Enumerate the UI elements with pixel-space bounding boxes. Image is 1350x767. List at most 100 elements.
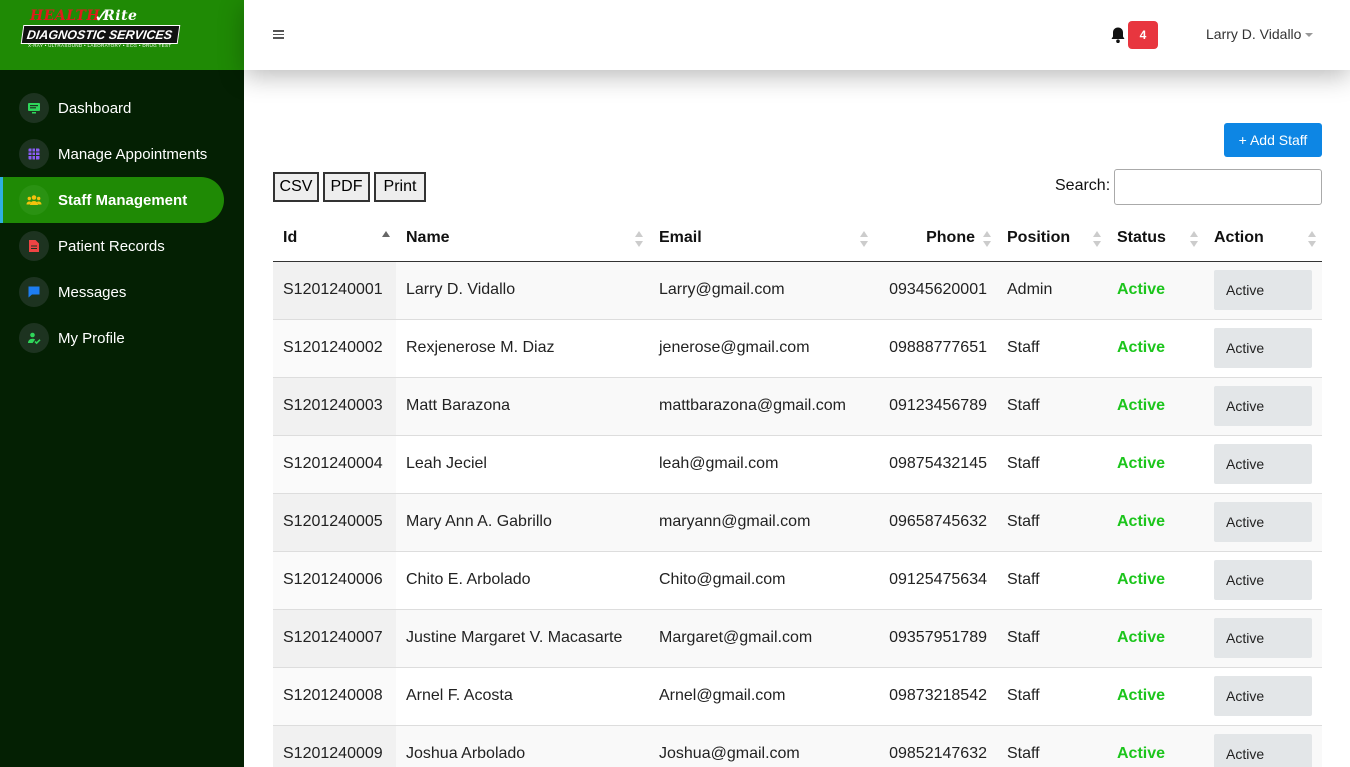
cell-phone: 09125475634 (874, 550, 997, 609)
monitor-icon (19, 93, 49, 123)
cell-position: Staff (997, 318, 1107, 377)
cell-action: Active (1204, 608, 1322, 667)
sidebar-item-label: Dashboard (58, 99, 132, 117)
cell-action: Active (1204, 724, 1322, 767)
sidebar-item-manage-appointments[interactable]: Manage Appointments (0, 131, 244, 177)
column-header-phone[interactable]: Phone (874, 216, 997, 262)
cell-phone: 09345620001 (874, 260, 997, 319)
cell-email: mattbarazona@gmail.com (649, 376, 874, 435)
user-name: Larry D. Vidallo (1206, 26, 1302, 42)
cell-email: jenerose@gmail.com (649, 318, 874, 377)
print-button[interactable]: Print (374, 172, 426, 202)
column-header-position[interactable]: Position (997, 216, 1107, 262)
cell-position: Staff (997, 724, 1107, 767)
cell-id: S1201240006 (273, 550, 396, 609)
cell-email: Larry@gmail.com (649, 260, 874, 319)
sidebar-item-dashboard[interactable]: Dashboard (0, 85, 244, 131)
topbar: 4 Larry D. Vidallo (244, 0, 1350, 70)
cell-name: Arnel F. Acosta (396, 666, 649, 725)
cell-email: Arnel@gmail.com (649, 666, 874, 725)
cell-id: S1201240003 (273, 376, 396, 435)
menu-toggle-icon[interactable] (273, 30, 284, 39)
sort-icon (860, 231, 868, 247)
status-action-button[interactable]: Active (1214, 502, 1312, 542)
cell-email: Margaret@gmail.com (649, 608, 874, 667)
notification-badge[interactable]: 4 (1128, 21, 1158, 49)
user-check-icon (19, 323, 49, 353)
cell-position: Staff (997, 376, 1107, 435)
status-action-button[interactable]: Active (1214, 734, 1312, 767)
sidebar: HEALTH Rite ✓ DIAGNOSTIC SERVICES X-RAY •… (0, 0, 244, 767)
sidebar-item-messages[interactable]: Messages (0, 269, 244, 315)
column-header-action[interactable]: Action (1204, 216, 1322, 262)
cell-name: Leah Jeciel (396, 434, 649, 493)
cell-status: Active (1107, 492, 1204, 551)
table-row: S1201240003 Matt Barazona mattbarazona@gma… (273, 376, 1322, 435)
sidebar-item-label: Staff Management (58, 191, 188, 209)
cell-id: S1201240007 (273, 608, 396, 667)
cell-name: Matt Barazona (396, 376, 649, 435)
search-input[interactable] (1114, 169, 1322, 205)
status-action-button[interactable]: Active (1214, 386, 1312, 426)
cell-action: Active (1204, 666, 1322, 725)
cell-action: Active (1204, 492, 1322, 551)
export-pdf-button[interactable]: PDF (323, 172, 370, 202)
export-csv-button[interactable]: CSV (273, 172, 319, 202)
cell-status: Active (1107, 550, 1204, 609)
cell-action: Active (1204, 318, 1322, 377)
table-row: S1201240007 Justine Margaret V. Macasarte… (273, 608, 1322, 667)
column-header-status[interactable]: Status (1107, 216, 1204, 262)
status-action-button[interactable]: Active (1214, 444, 1312, 484)
sort-icon (1308, 231, 1316, 247)
table-row: S1201240004 Leah Jeciel leah@gmail.com 0987… (273, 434, 1322, 493)
cell-phone: 09873218542 (874, 666, 997, 725)
cell-name: Justine Margaret V. Macasarte (396, 608, 649, 667)
cell-action: Active (1204, 550, 1322, 609)
brand-header: HEALTH Rite ✓ DIAGNOSTIC SERVICES X-RAY •… (0, 0, 244, 70)
sort-icon (1093, 231, 1101, 247)
column-header-email[interactable]: Email (649, 216, 874, 262)
column-header-name[interactable]: Name (396, 216, 649, 262)
table-row: S1201240001 Larry D. Vidallo Larry@gmail.c… (273, 260, 1322, 319)
add-staff-button[interactable]: + Add Staff (1224, 123, 1322, 157)
status-action-button[interactable]: Active (1214, 618, 1312, 658)
cell-status: Active (1107, 434, 1204, 493)
checkmark-icon: ✓ (94, 6, 110, 26)
cell-position: Staff (997, 608, 1107, 667)
sidebar-item-label: My Profile (58, 329, 125, 347)
user-menu[interactable]: Larry D. Vidallo (1206, 26, 1314, 42)
sidebar-item-patient-records[interactable]: Patient Records (0, 223, 244, 269)
cell-action: Active (1204, 260, 1322, 319)
logo-tagline: X-RAY • ULTRASOUND • LABORATORY • ECG • … (28, 43, 172, 48)
status-action-button[interactable]: Active (1214, 676, 1312, 716)
cell-id: S1201240008 (273, 666, 396, 725)
sidebar-item-staff-management[interactable]: Staff Management (0, 177, 224, 223)
bell-icon[interactable] (1110, 26, 1126, 44)
logo-top-text: HEALTH Rite (30, 8, 138, 24)
column-header-id[interactable]: Id (273, 216, 396, 262)
status-action-button[interactable]: Active (1214, 270, 1312, 310)
cell-id: S1201240009 (273, 724, 396, 767)
sidebar-item-label: Patient Records (58, 237, 165, 255)
cell-id: S1201240001 (273, 260, 396, 319)
sort-icon (1190, 231, 1198, 247)
table-row: S1201240002 Rexjenerose M. Diaz jenerose@g… (273, 318, 1322, 377)
table-header-row: Id Name Email Phone Position Status Acti… (273, 216, 1322, 262)
cell-email: Joshua@gmail.com (649, 724, 874, 767)
chat-icon (19, 277, 49, 307)
sidebar-item-my-profile[interactable]: My Profile (0, 315, 244, 361)
cell-name: Joshua Arbolado (396, 724, 649, 767)
status-action-button[interactable]: Active (1214, 328, 1312, 368)
users-icon (19, 185, 49, 215)
cell-position: Admin (997, 260, 1107, 319)
status-action-button[interactable]: Active (1214, 560, 1312, 600)
logo[interactable]: HEALTH Rite ✓ DIAGNOSTIC SERVICES X-RAY •… (20, 6, 181, 52)
cell-name: Chito E. Arbolado (396, 550, 649, 609)
cell-phone: 09888777651 (874, 318, 997, 377)
cell-id: S1201240005 (273, 492, 396, 551)
cell-status: Active (1107, 260, 1204, 319)
cell-phone: 09123456789 (874, 376, 997, 435)
sidebar-item-label: Manage Appointments (58, 145, 208, 163)
cell-position: Staff (997, 434, 1107, 493)
cell-phone: 09658745632 (874, 492, 997, 551)
